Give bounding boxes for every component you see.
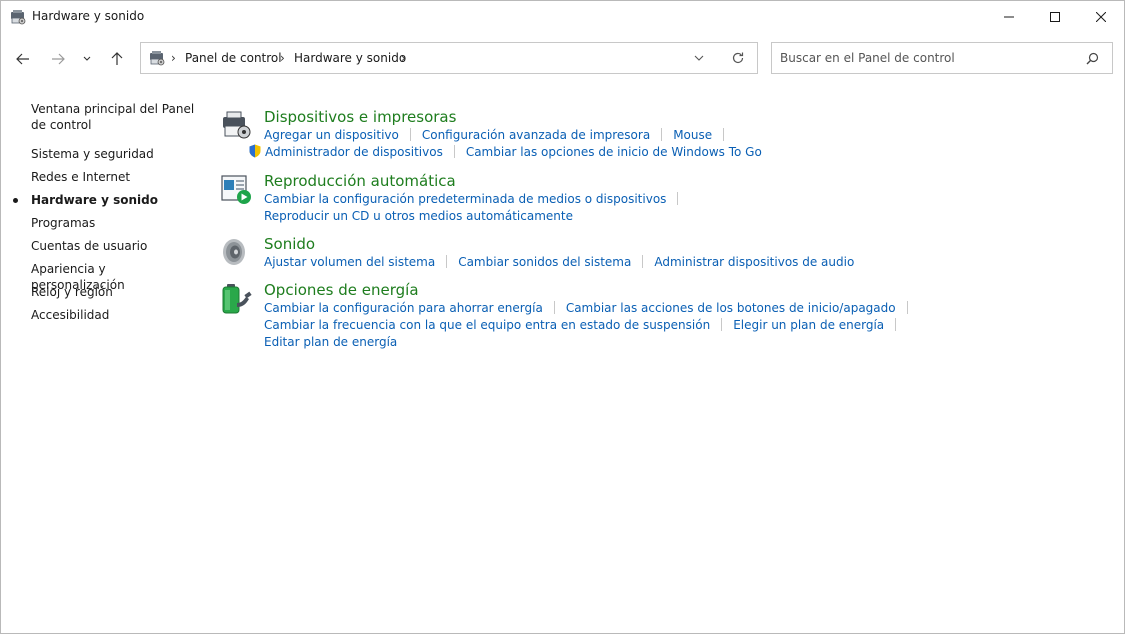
sidebar-item-programs[interactable]: Programas [31, 215, 201, 231]
link-power-saving-settings[interactable]: Cambiar la configuración para ahorrar en… [264, 301, 543, 315]
section-title-autoplay[interactable]: Reproducción automática [264, 172, 456, 190]
link-add-device[interactable]: Agregar un dispositivo [264, 128, 399, 142]
link-windows-to-go[interactable]: Cambiar las opciones de inicio de Window… [466, 145, 762, 159]
arrow-left-icon [16, 53, 29, 65]
minimize-icon [1004, 16, 1014, 18]
arrow-right-icon [52, 53, 65, 65]
back-button[interactable] [11, 47, 35, 71]
link-divider [453, 145, 455, 158]
maximize-button[interactable] [1032, 1, 1078, 33]
link-play-cd-automatically[interactable]: Reproducir un CD u otros medios automáti… [264, 209, 573, 223]
link-divider [446, 255, 448, 268]
link-divider [677, 192, 679, 205]
link-divider [553, 301, 555, 314]
link-mouse[interactable]: Mouse [673, 128, 712, 142]
recent-locations-button[interactable] [77, 47, 97, 71]
link-sleep-frequency[interactable]: Cambiar la frecuencia con la que el equi… [264, 318, 710, 332]
maximize-icon [1050, 12, 1060, 22]
chevron-down-icon [83, 56, 91, 61]
link-device-manager[interactable]: Administrador de dispositivos [265, 145, 443, 159]
window-title: Hardware y sonido [32, 9, 145, 23]
sidebar-item-control-panel-home[interactable]: Ventana principal del Panel de control [31, 101, 201, 133]
chevron-right-icon[interactable]: › [401, 51, 406, 65]
link-manage-audio-devices[interactable]: Administrar dispositivos de audio [654, 255, 854, 269]
sidebar-item-clock-region[interactable]: Reloj y región [31, 284, 201, 300]
control-panel-window: Hardware y sonido › Panel de control › H… [0, 0, 1125, 634]
title-bar: Hardware y sonido [1, 1, 1124, 33]
link-divider [409, 128, 411, 141]
address-bar[interactable]: › Panel de control › Hardware y sonido › [140, 42, 758, 74]
search-input[interactable] [772, 43, 1080, 73]
chevron-down-icon[interactable] [694, 52, 704, 64]
link-edit-power-plan[interactable]: Editar plan de energía [264, 335, 397, 349]
section-title-sound[interactable]: Sonido [264, 235, 315, 253]
close-icon [1096, 12, 1106, 22]
link-row: Ajustar volumen del sistema Cambiar sonid… [264, 254, 854, 270]
sidebar-item-network-internet[interactable]: Redes e Internet [31, 169, 201, 185]
devices-printers-icon [223, 111, 251, 139]
autoplay-icon [221, 175, 251, 204]
link-change-system-sounds[interactable]: Cambiar sonidos del sistema [458, 255, 631, 269]
breadcrumb-control-panel[interactable]: Panel de control [185, 51, 282, 65]
speaker-icon [223, 239, 245, 265]
refresh-icon[interactable] [731, 51, 745, 65]
link-adjust-volume[interactable]: Ajustar volumen del sistema [264, 255, 435, 269]
section-title-devices-printers[interactable]: Dispositivos e impresoras [264, 108, 456, 126]
battery-power-icon [222, 284, 252, 314]
link-divider [642, 255, 644, 268]
close-button[interactable] [1078, 1, 1124, 33]
link-row: Cambiar la configuración predeterminada … [264, 191, 689, 207]
link-choose-power-plan[interactable]: Elegir un plan de energía [733, 318, 884, 332]
sidebar-item-user-accounts[interactable]: Cuentas de usuario [31, 238, 201, 254]
link-row: Cambiar la configuración para ahorrar en… [264, 300, 919, 316]
breadcrumb-hardware-sound[interactable]: Hardware y sonido [294, 51, 406, 65]
link-divider [721, 318, 723, 331]
link-advanced-printer-setup[interactable]: Configuración avanzada de impresora [422, 128, 650, 142]
minimize-button[interactable] [986, 1, 1032, 33]
uac-shield-icon [249, 144, 261, 158]
sidebar-item-system-security[interactable]: Sistema y seguridad [31, 146, 201, 162]
link-power-button-actions[interactable]: Cambiar las acciones de los botones de i… [566, 301, 896, 315]
link-change-default-media[interactable]: Cambiar la configuración predeterminada … [264, 192, 666, 206]
link-row: Editar plan de energía [264, 334, 397, 350]
section-title-power-options[interactable]: Opciones de energía [264, 281, 419, 299]
chevron-right-icon[interactable]: › [280, 51, 285, 65]
search-icon[interactable] [1086, 52, 1099, 65]
search-box[interactable] [771, 42, 1113, 74]
link-divider [906, 301, 908, 314]
link-row: Administrador de dispositivos Cambiar las… [249, 144, 762, 160]
arrow-up-icon [111, 52, 123, 65]
chevron-right-icon[interactable]: › [171, 51, 176, 65]
active-item-bullet [13, 198, 18, 203]
link-row: Agregar un dispositivo Configuración avan… [264, 127, 735, 143]
link-divider [895, 318, 897, 331]
control-panel-hardware-icon [150, 51, 165, 66]
link-row: Cambiar la frecuencia con la que el equi… [264, 317, 907, 333]
sidebar-item-hardware-sound[interactable]: Hardware y sonido [31, 192, 201, 208]
up-button[interactable] [105, 47, 129, 71]
link-row: Reproducir un CD u otros medios automáti… [264, 208, 573, 224]
forward-button[interactable] [46, 47, 70, 71]
link-divider [723, 128, 725, 141]
link-divider [661, 128, 663, 141]
sidebar-item-accessibility[interactable]: Accesibilidad [31, 307, 201, 323]
control-panel-hardware-icon [11, 10, 26, 25]
